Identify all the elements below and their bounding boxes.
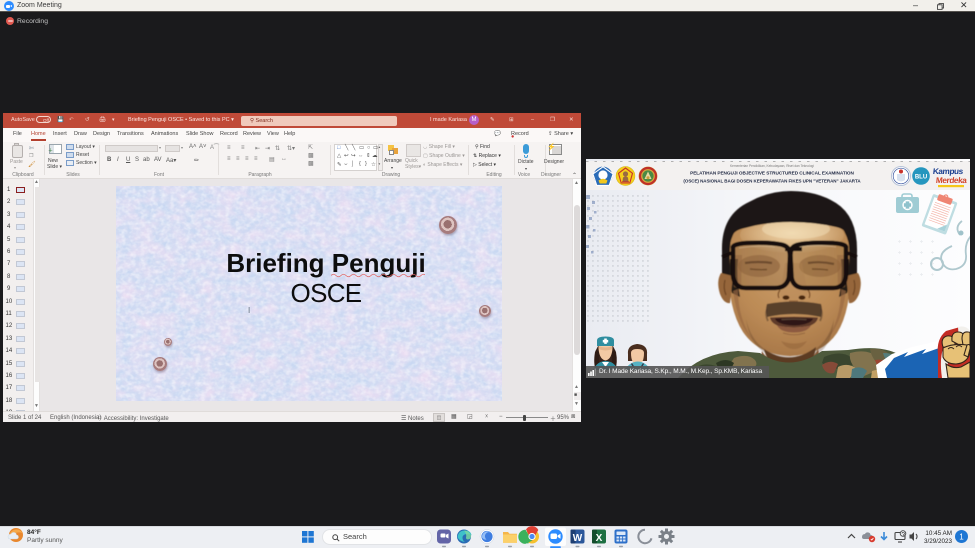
svg-text:BLU: BLU <box>915 175 927 181</box>
svg-text:Kampus: Kampus <box>932 167 964 176</box>
svg-text:X: X <box>596 533 603 544</box>
svg-text:1: 1 <box>959 533 964 542</box>
svg-text:(OSCE) NASIONAL BAGI DOSEN KEP: (OSCE) NASIONAL BAGI DOSEN KEPERAWATAN F… <box>683 179 861 184</box>
svg-text:Merdeka: Merdeka <box>935 176 967 185</box>
svg-text:Kementerian Pendidikan, Kebuda: Kementerian Pendidikan, Kebudayaan, Rise… <box>730 164 814 168</box>
svg-text:W: W <box>573 533 583 544</box>
svg-text:PELATIHAN PENGUJI OBJECTIVE ST: PELATIHAN PENGUJI OBJECTIVE STRUCTURED C… <box>690 171 854 176</box>
